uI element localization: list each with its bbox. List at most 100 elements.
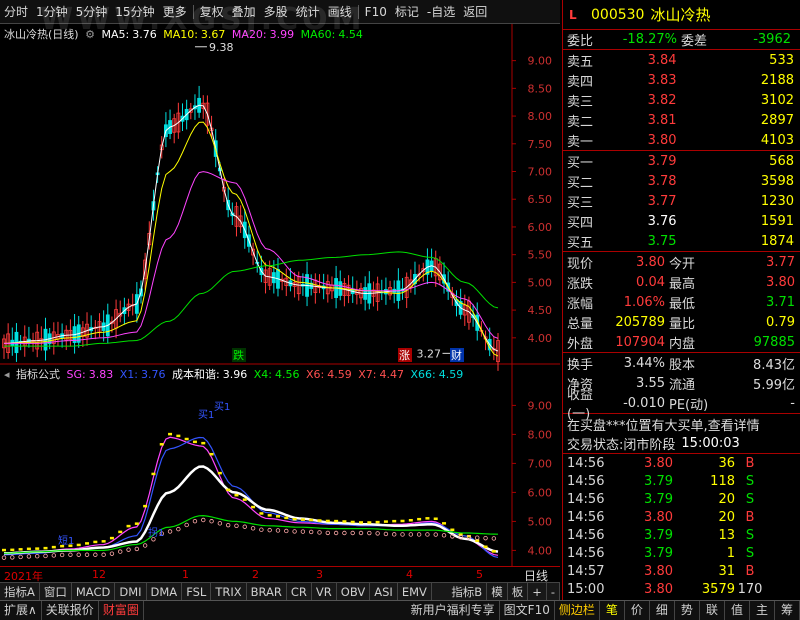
event-tag-cai: 财 xyxy=(451,348,462,362)
weibi-value: -18.27% xyxy=(622,32,677,47)
sg-marker xyxy=(101,540,106,543)
x6-marker xyxy=(43,553,48,559)
sg-marker xyxy=(400,519,405,523)
indicator-tab-right[interactable]: + xyxy=(528,582,547,601)
sg-marker xyxy=(450,528,455,532)
tick-row: 14:57 3.80 31 B xyxy=(563,562,800,580)
order-row[interactable]: 卖三 3.82 3102 xyxy=(563,90,800,110)
sg-marker xyxy=(10,548,15,552)
bottom-right-tab[interactable]: 主 xyxy=(750,601,775,620)
bottom-left-item[interactable]: 关联报价 xyxy=(42,601,99,620)
order-row[interactable]: 卖五 3.84 533 xyxy=(563,50,800,70)
x6-marker xyxy=(134,546,140,552)
order-volume: 568 xyxy=(769,153,794,169)
stat-value: 3.71 xyxy=(766,294,795,310)
bottom-mid-item[interactable]: 侧边栏 xyxy=(555,601,600,620)
order-row[interactable]: 买三 3.77 1230 xyxy=(563,191,800,211)
date-label: 3 xyxy=(316,568,323,581)
bottom-mid-item[interactable]: 图文F10 xyxy=(500,601,555,620)
toolbar-item[interactable]: 画线 xyxy=(324,3,356,20)
indicator-tab-right[interactable]: 板 xyxy=(508,582,529,601)
bottom-right-tab[interactable]: 笔 xyxy=(600,601,625,620)
bottom-right-tab[interactable]: 联 xyxy=(700,601,725,620)
big-order-notice[interactable]: 在买盘***位置有大买单,查看详情 xyxy=(563,414,800,434)
order-row[interactable]: 买二 3.78 3598 xyxy=(563,171,800,191)
toolbar-item[interactable]: 返回 xyxy=(459,3,491,20)
indicator-tab[interactable]: BRAR xyxy=(247,582,287,601)
bottom-mid-item[interactable]: 新用户福利专享 xyxy=(407,601,500,620)
indicator-0-line xyxy=(3,436,499,556)
toolbar-item[interactable]: 复权 xyxy=(196,3,228,20)
indicator-collapse-icon[interactable]: ◂ xyxy=(4,368,10,381)
ma10-value: 3.67 xyxy=(200,28,226,41)
main-y-tick-label: 9.00 xyxy=(528,55,553,68)
toolbar-item[interactable]: -自选 xyxy=(423,3,459,20)
bottom-right-tab[interactable]: 值 xyxy=(725,601,750,620)
tick-volume: 31 xyxy=(718,563,735,579)
x66-value: 4.59 xyxy=(438,368,464,381)
toolbar-item[interactable]: 更多 xyxy=(159,3,191,20)
indicator-title[interactable]: 指标公式 xyxy=(16,368,60,381)
tick-row: 14:56 3.79 118 S xyxy=(563,472,800,490)
toolbar-item[interactable]: 多股 xyxy=(260,3,292,20)
x6-marker xyxy=(217,521,223,526)
indicator-tab[interactable]: TRIX xyxy=(211,582,247,601)
kline-chart[interactable]: 9.00 8.50 8.00 7.50 7.00 6.50 6.00 5.50 5.00 4.50… xyxy=(0,24,560,566)
settings-icon[interactable]: ⚙ xyxy=(85,28,95,41)
toolbar-item[interactable]: 叠加 xyxy=(228,3,260,20)
indicator-tab[interactable]: ASI xyxy=(370,582,398,601)
quote-stats: 现价 3.80 今开 3.77 涨跌 0.04 最高 3.80 涨幅 1.06% 最低 3.71 总量 2… xyxy=(563,252,800,353)
order-row[interactable]: 卖四 3.83 2188 xyxy=(563,70,800,90)
x6-marker xyxy=(84,552,90,557)
order-price: 3.84 xyxy=(647,52,677,68)
indicator-tab[interactable]: 指标A xyxy=(0,582,40,601)
stat-row: 收益(一) -0.010 PE(动) - xyxy=(563,388,800,422)
x4-value: 4.56 xyxy=(274,368,300,381)
event-tag-die: 跌 xyxy=(233,348,244,362)
indicator-tab[interactable]: CR xyxy=(287,582,312,601)
x6-marker xyxy=(192,518,198,524)
sg-marker xyxy=(126,524,131,528)
indicator-tab[interactable]: DMA xyxy=(147,582,183,601)
indicator-tab[interactable]: EMV xyxy=(398,582,432,601)
bottom-right-tab[interactable]: 细 xyxy=(650,601,675,620)
toolbar-item[interactable]: 统计 xyxy=(292,3,324,20)
bottom-left-item[interactable]: 财富圈 xyxy=(99,601,144,620)
indicator-tab[interactable]: MACD xyxy=(72,582,116,601)
tick-list[interactable]: 14:56 3.80 36 B 14:56 3.79 118 S 14:56 3.79 20 S 14:… xyxy=(563,454,800,598)
indicator-tab[interactable]: OBV xyxy=(337,582,371,601)
indicator-tab[interactable]: FSL xyxy=(182,582,212,601)
order-row[interactable]: 买五 3.75 1874 xyxy=(563,231,800,251)
order-row[interactable]: 买一 3.79 568 xyxy=(563,151,800,171)
tick-price: 3.79 xyxy=(644,473,673,489)
x6-marker xyxy=(76,552,81,557)
stat-label: 涨幅 xyxy=(567,296,594,312)
sg-marker xyxy=(334,519,339,523)
indicator-tab[interactable]: DMI xyxy=(115,582,147,601)
toolbar-item[interactable]: F10 xyxy=(361,5,391,19)
order-row[interactable]: 买四 3.76 1591 xyxy=(563,211,800,231)
indicator-tab-right[interactable]: 指标B xyxy=(447,582,488,601)
bottom-right-tab[interactable]: 势 xyxy=(675,601,700,620)
bottom-right-tab[interactable]: 价 xyxy=(625,601,650,620)
indicator-tab[interactable]: 窗口 xyxy=(40,582,72,601)
x6-marker xyxy=(267,527,272,533)
sg-marker xyxy=(433,517,438,520)
bottom-right-tab[interactable]: 筹 xyxy=(775,601,800,620)
toolbar-item[interactable]: 分时 xyxy=(0,3,32,20)
indicator-tab-right[interactable]: - xyxy=(547,582,560,601)
x6-marker xyxy=(201,517,206,523)
order-volume: 1230 xyxy=(760,193,794,209)
toolbar-item[interactable]: 标记 xyxy=(391,3,423,20)
toolbar-item[interactable]: 15分钟 xyxy=(111,3,158,20)
bottom-left-item[interactable]: 扩展∧ xyxy=(0,601,42,620)
indicator-tab-right[interactable]: 模 xyxy=(487,582,508,601)
order-row[interactable]: 卖二 3.81 2897 xyxy=(563,110,800,130)
toolbar-item[interactable]: 1分钟 xyxy=(32,3,72,20)
toolbar-item[interactable]: 5分钟 xyxy=(72,3,112,20)
sg-marker xyxy=(491,550,496,553)
indicator-tab[interactable]: VR xyxy=(312,582,337,601)
x6-marker xyxy=(441,533,447,538)
sg-marker xyxy=(483,545,488,549)
order-row[interactable]: 卖一 3.80 4103 xyxy=(563,130,800,150)
